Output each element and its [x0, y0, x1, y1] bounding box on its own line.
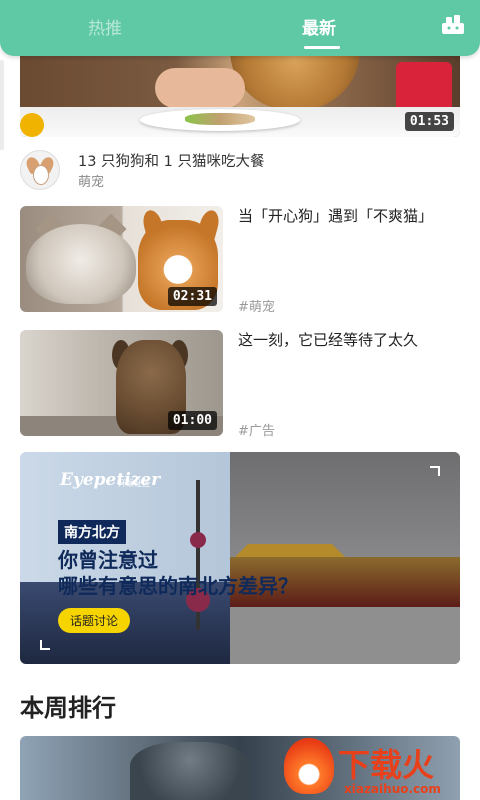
video-duration: 02:31 — [167, 287, 217, 306]
video-category: 萌宠 — [78, 175, 105, 190]
active-tab-indicator — [304, 46, 340, 49]
banner-headline: 你曾注意过 — [58, 548, 158, 572]
section-title: 本周排行 — [20, 694, 116, 722]
shop-icon[interactable] — [440, 14, 466, 36]
video-tag[interactable]: #萌宠 — [238, 296, 275, 315]
topic-discussion-button[interactable]: 话题讨论 — [58, 608, 131, 633]
video-duration: 01:53 — [404, 112, 454, 131]
video-thumbnail[interactable]: 01:00 — [20, 330, 223, 436]
statue-image — [130, 742, 250, 800]
video-duration: 01:00 — [167, 411, 217, 430]
lemon-image — [20, 113, 44, 137]
corner-mark-icon — [40, 640, 50, 650]
video-title[interactable]: 这一刻，它已经等待了太久 — [238, 328, 460, 352]
corner-mark-icon — [430, 466, 440, 476]
watermark-url: xiazaihuo.com — [344, 782, 441, 796]
watermark-text: 下载火 — [338, 746, 435, 784]
watermark: 下载火 xiazaihuo.com — [280, 738, 480, 800]
tab-latest[interactable]: 最新 — [302, 14, 336, 39]
video-title[interactable]: 当「开心狗」遇到「不爽猫」 — [238, 204, 460, 228]
avatar[interactable] — [20, 150, 60, 190]
grumpy-cat-image — [26, 224, 136, 304]
food-image — [185, 113, 255, 125]
hero-video-caption[interactable]: 13 只狗狗和 1 只猫咪吃大餐 萌宠 — [20, 150, 460, 190]
video-title[interactable]: 13 只狗狗和 1 只猫咪吃大餐 — [78, 150, 265, 171]
video-thumbnail[interactable]: 02:31 — [20, 206, 223, 312]
tab-hot[interactable]: 热推 — [88, 14, 122, 39]
hand-image — [155, 68, 245, 108]
flame-logo-icon — [284, 738, 334, 794]
banner-headline: 哪些有意思的南北方差异？ — [58, 574, 298, 598]
side-drawer-handle[interactable] — [0, 60, 4, 150]
logo-subtitle: 开眼社区 — [118, 479, 150, 488]
video-tag[interactable]: #广告 — [238, 420, 275, 439]
top-tab-bar: 热推 最新 — [0, 0, 480, 56]
banner-tag: 南方北方 — [58, 520, 126, 544]
topic-banner[interactable]: Eyepetizer 开眼社区 南方北方 你曾注意过 哪些有意思的南北方差异？ … — [20, 452, 460, 664]
